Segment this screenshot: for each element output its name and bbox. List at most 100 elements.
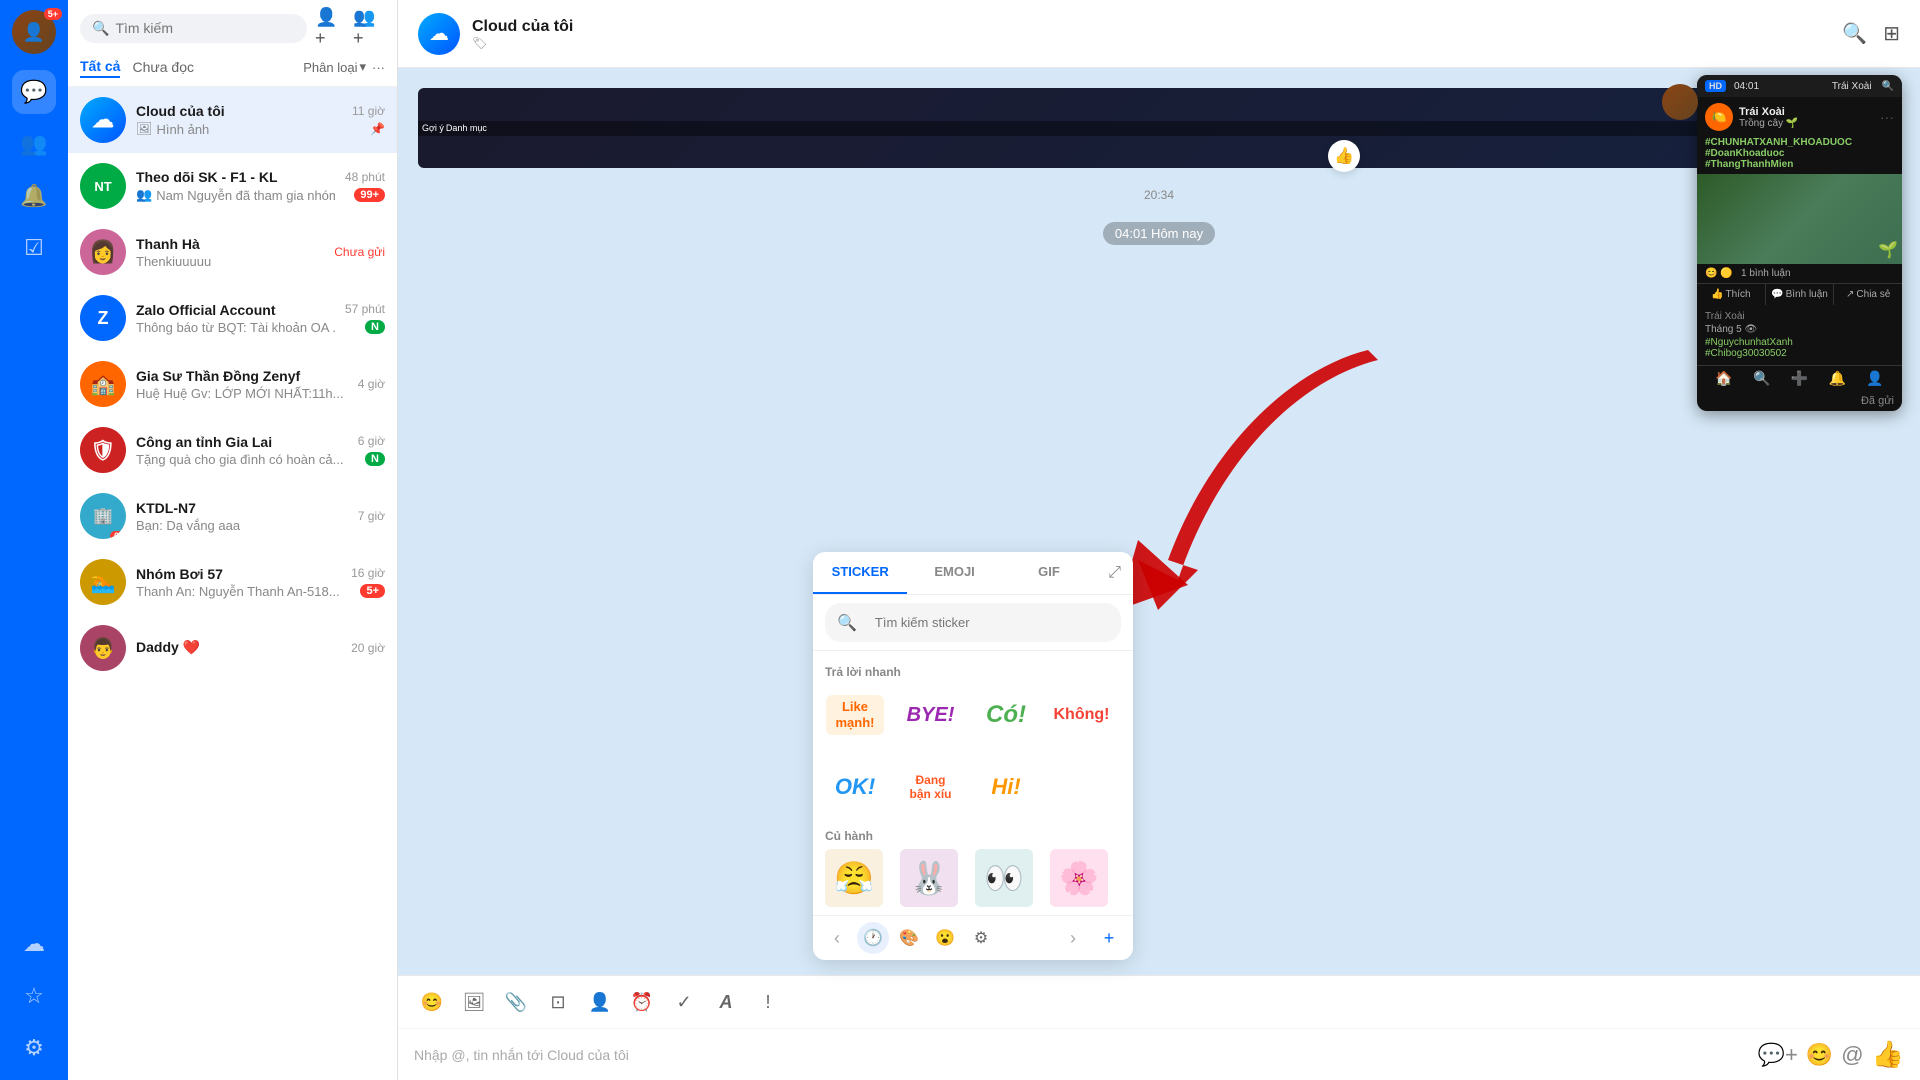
sticker-hi[interactable]: Hi! bbox=[976, 757, 1036, 817]
chat-name-cloud: Cloud của tôi bbox=[136, 103, 342, 119]
sidebar-icon-notification[interactable]: 🔔 bbox=[12, 174, 56, 218]
rvp-home-icon[interactable]: 🏠 bbox=[1715, 370, 1732, 387]
checklist-toolbar-button[interactable]: ✓ bbox=[666, 984, 702, 1020]
tab-sticker[interactable]: STICKER bbox=[813, 552, 907, 594]
chat-item-cloud[interactable]: ☁ Cloud của tôi 🖼 Hình ảnh 11 giờ 📌 bbox=[68, 87, 397, 153]
rvp-search-icon[interactable]: 🔍 bbox=[1882, 81, 1894, 92]
add-friend-button[interactable]: 👤+ bbox=[315, 12, 347, 44]
sticker-toolbar-button[interactable]: 😊 bbox=[414, 984, 450, 1020]
chat-name-ktdl: KTDL-N7 bbox=[136, 500, 348, 516]
chat-item-zalo-official[interactable]: Z Zalo Official Account Thông báo từ BQT… bbox=[68, 285, 397, 351]
mention-button[interactable]: 💬+ bbox=[1758, 1042, 1798, 1068]
tab-unread[interactable]: Chưa đọc bbox=[132, 57, 194, 77]
sidebar-icon-settings[interactable]: ⚙ bbox=[12, 1026, 56, 1070]
chat-item-gia-su[interactable]: 🏫 Gia Sư Thần Đồng Zenyf Huệ Huệ Gv: LỚP… bbox=[68, 351, 397, 417]
chat-item-nhom-boi[interactable]: 🏊 Nhóm Bơi 57 Thanh An: Nguyễn Thanh An-… bbox=[68, 549, 397, 615]
timestamp-2034: 20:34 bbox=[1144, 188, 1174, 202]
sticker-settings-icon[interactable]: ⚙ bbox=[965, 922, 997, 954]
sidebar-icon-contacts[interactable]: 👥 bbox=[12, 122, 56, 166]
sidebar-icon-star[interactable]: ☆ bbox=[12, 974, 56, 1018]
tab-all[interactable]: Tất cả bbox=[80, 56, 120, 78]
sticker-expand-button[interactable]: ⤢ bbox=[1096, 552, 1133, 594]
search-input[interactable] bbox=[115, 20, 295, 36]
sticker-next-button[interactable]: › bbox=[1057, 922, 1089, 954]
sticker-face-icon[interactable]: 😮 bbox=[929, 922, 961, 954]
more-options-button[interactable]: ··· bbox=[372, 60, 385, 75]
attachment-toolbar-button[interactable]: 📎 bbox=[498, 984, 534, 1020]
contact-toolbar-button[interactable]: 👤 bbox=[582, 984, 618, 1020]
image-toolbar-button[interactable]: 🖼 bbox=[456, 984, 492, 1020]
cu-hanh-1[interactable]: 😤 bbox=[825, 849, 883, 907]
format-toolbar-button[interactable]: A bbox=[708, 984, 744, 1020]
rvp-more-icon[interactable]: ··· bbox=[1880, 109, 1894, 125]
contact-name: Cloud của tôi bbox=[472, 18, 573, 36]
send-button[interactable]: 👍 bbox=[1872, 1039, 1904, 1070]
sticker-search-icon: 🔍 bbox=[837, 613, 857, 633]
chat-avatar-daddy: 👨 bbox=[80, 625, 126, 671]
at-button[interactable]: @ bbox=[1841, 1042, 1863, 1068]
chat-meta-zalo-official: 57 phút N bbox=[345, 302, 385, 334]
cu-hanh-3[interactable]: 👀 bbox=[975, 849, 1033, 907]
rvp-search-icon-bottom[interactable]: 🔍 bbox=[1753, 370, 1770, 387]
rvp-like-button[interactable]: 👍 Thích bbox=[1697, 284, 1766, 305]
cu-hanh-2[interactable]: 🐰 bbox=[900, 849, 958, 907]
panel-toggle-button[interactable]: ⊞ bbox=[1883, 21, 1900, 46]
chat-name-daddy: Daddy ❤️ bbox=[136, 639, 341, 656]
chat-item-ktdl[interactable]: 🏢 61 KTDL-N7 Bạn: Dạ vắng aaa 7 giờ bbox=[68, 483, 397, 549]
sticker-prev-button[interactable]: ‹ bbox=[821, 922, 853, 954]
sticker-bye[interactable]: BYE! bbox=[901, 685, 961, 745]
sidebar-icon-chat[interactable]: 💬 bbox=[12, 70, 56, 114]
chat-info-gia-su: Gia Sư Thần Đồng Zenyf Huệ Huệ Gv: LỚP M… bbox=[136, 368, 348, 401]
chat-list-panel: 🔍 👤+ 👥+ Tất cả Chưa đọc Phân loại ▾ ··· bbox=[68, 0, 398, 1080]
search-chat-button[interactable]: 🔍 bbox=[1842, 21, 1867, 46]
sticker-row1: Likemạnh! BYE! Có! Không! bbox=[825, 685, 1121, 745]
sidebar-icon-task[interactable]: ☑ bbox=[12, 226, 56, 270]
tab-emoji[interactable]: EMOJI bbox=[907, 552, 1001, 594]
chat-time-cong-an: 6 giờ bbox=[358, 434, 385, 448]
sticker-search-input[interactable] bbox=[863, 609, 1109, 636]
rvp-name: Trái Xoài bbox=[1739, 106, 1798, 118]
screenshot-toolbar-button[interactable]: ⊡ bbox=[540, 984, 576, 1020]
chat-info-thanh-ha: Thanh Hà Thenkiuuuuu bbox=[136, 236, 324, 269]
sticker-like-manh[interactable]: Likemạnh! bbox=[825, 685, 885, 745]
rvp-comment-button[interactable]: 💬 Bình luận bbox=[1766, 284, 1835, 305]
rvp-plus-icon[interactable]: ➕ bbox=[1791, 370, 1808, 387]
sidebar-icon-cloud[interactable]: ☁ bbox=[12, 922, 56, 966]
rvp-bell-icon[interactable]: 🔔 bbox=[1829, 370, 1846, 387]
chat-item-thanh-ha[interactable]: 👩 Thanh Hà Thenkiuuuuu Chưa gửi bbox=[68, 219, 397, 285]
rvp-person-icon[interactable]: 👤 bbox=[1866, 370, 1883, 387]
cu-hanh-4[interactable]: 🌸 bbox=[1050, 849, 1108, 907]
sticker-co[interactable]: Có! bbox=[976, 685, 1036, 745]
sort-button[interactable]: Phân loại ▾ bbox=[303, 59, 366, 75]
sticker-ok[interactable]: OK! bbox=[825, 757, 885, 817]
sticker-dang-ban-xiu[interactable]: Đangbận xíu bbox=[901, 757, 961, 817]
sticker-add-button[interactable]: + bbox=[1093, 922, 1125, 954]
more-toolbar-button[interactable]: ! bbox=[750, 984, 786, 1020]
chat-item-cong-an[interactable]: 🛡 Công an tỉnh Gia Lai Tặng quà cho gia … bbox=[68, 417, 397, 483]
chat-info-daddy: Daddy ❤️ bbox=[136, 639, 341, 658]
chat-header: ☁ Cloud của tôi 🏷 🔍 ⊞ bbox=[398, 0, 1920, 68]
chat-time-ktdl: 7 giờ bbox=[358, 509, 385, 523]
chat-meta-nhom-boi: 16 giờ 5+ bbox=[351, 566, 385, 598]
tab-gif[interactable]: GIF bbox=[1002, 552, 1096, 594]
chat-preview-cong-an: Tặng quà cho gia đình có hoàn cả... bbox=[136, 452, 348, 467]
message-input[interactable] bbox=[414, 1047, 1748, 1063]
search-input-wrap[interactable]: 🔍 bbox=[80, 14, 307, 43]
rvp-share-button[interactable]: ↗ Chia sẻ bbox=[1834, 284, 1902, 305]
chat-item-f1[interactable]: NT Theo dõi SK - F1 - KL 👥 Nam Nguyễn đã… bbox=[68, 153, 397, 219]
user-avatar[interactable]: 👤 5+ bbox=[12, 10, 56, 54]
chat-meta-ktdl: 7 giờ bbox=[358, 509, 385, 523]
chat-info-cong-an: Công an tỉnh Gia Lai Tặng quà cho gia đì… bbox=[136, 434, 348, 467]
chat-item-daddy[interactable]: 👨 Daddy ❤️ 20 giờ bbox=[68, 615, 397, 681]
chat-list: ☁ Cloud của tôi 🖼 Hình ảnh 11 giờ 📌 NT bbox=[68, 87, 397, 1080]
add-group-button[interactable]: 👥+ bbox=[353, 12, 385, 44]
sticker-khong[interactable]: Không! bbox=[1052, 685, 1112, 745]
reminder-toolbar-button[interactable]: ⏰ bbox=[624, 984, 660, 1020]
sticker-abc-icon[interactable]: 🎨 bbox=[893, 922, 925, 954]
rvp-profile: 🍋 Trái Xoài Trồng cây 🌱 ··· bbox=[1697, 97, 1902, 137]
input-toolbar: 😊 🖼 📎 ⊡ 👤 ⏰ ✓ A ! 💬+ 😊 @ 👍 bbox=[398, 975, 1920, 1080]
emoji-button[interactable]: 😊 bbox=[1806, 1042, 1833, 1068]
sticker-recent-icon[interactable]: 🕐 bbox=[857, 922, 889, 954]
right-panel-avatar bbox=[1662, 84, 1698, 120]
sticker-search-wrap[interactable]: 🔍 bbox=[825, 603, 1121, 642]
